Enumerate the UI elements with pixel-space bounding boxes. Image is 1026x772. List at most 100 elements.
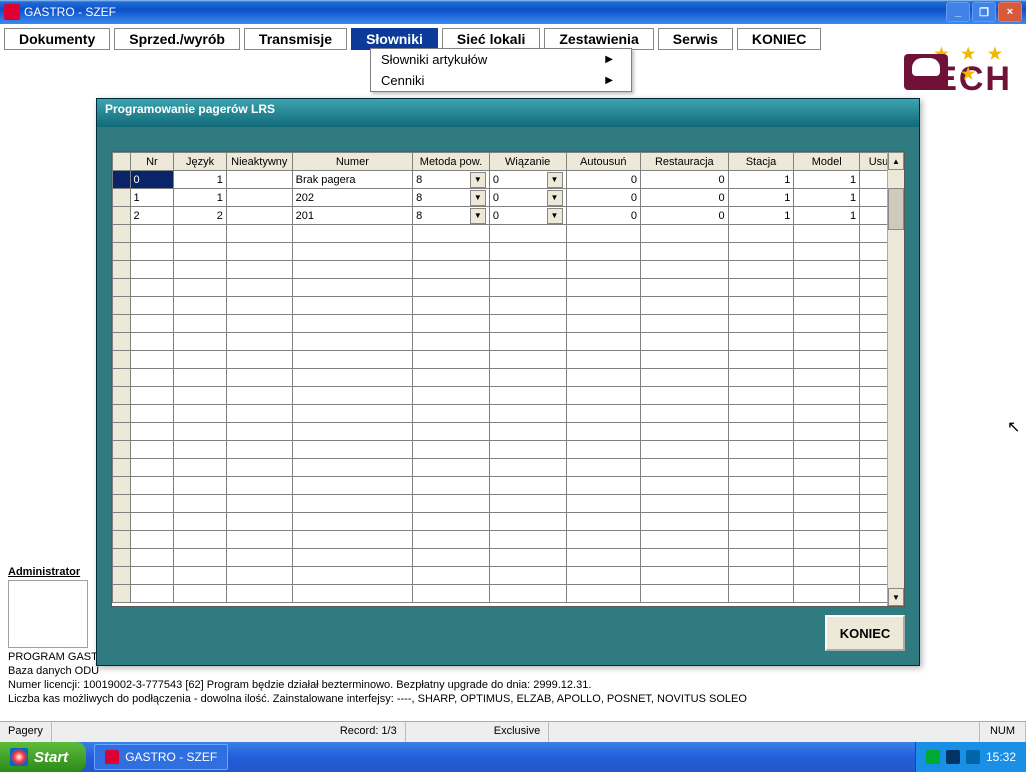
tray-icon[interactable] bbox=[946, 750, 960, 764]
row-selector[interactable] bbox=[113, 207, 131, 225]
cell-numer[interactable]: Brak pagera bbox=[292, 171, 413, 189]
maximize-button[interactable]: ❐ bbox=[972, 2, 996, 22]
column-header[interactable]: Język bbox=[174, 153, 227, 171]
cell-model[interactable]: 1 bbox=[794, 171, 860, 189]
column-header[interactable]: Numer bbox=[292, 153, 413, 171]
cell-wiazanie[interactable]: 0▼ bbox=[489, 207, 566, 225]
cell-metoda[interactable]: 8▼ bbox=[413, 207, 490, 225]
column-header[interactable]: Nr bbox=[130, 153, 174, 171]
row-selector[interactable] bbox=[113, 171, 131, 189]
cell-stacja[interactable]: 1 bbox=[728, 189, 794, 207]
cell-wiazanie[interactable]: 0▼ bbox=[489, 189, 566, 207]
cell-stacja[interactable]: 1 bbox=[728, 171, 794, 189]
cell-nr[interactable]: 2 bbox=[130, 207, 174, 225]
dialog-close-button[interactable]: KONIEC bbox=[825, 615, 905, 651]
column-header[interactable]: Model bbox=[794, 153, 860, 171]
scroll-thumb[interactable] bbox=[888, 188, 904, 230]
menu-item-koniec[interactable]: KONIEC bbox=[737, 28, 821, 50]
column-header[interactable]: Wiązanie bbox=[489, 153, 566, 171]
cell-model[interactable]: 1 bbox=[794, 207, 860, 225]
table-row[interactable]: 222018▼0▼0011 bbox=[113, 207, 904, 225]
dropdown-button[interactable]: ▼ bbox=[547, 190, 563, 206]
menu-item-sie-lokali[interactable]: Sieć lokali bbox=[442, 28, 540, 50]
table-row bbox=[113, 243, 904, 261]
footer-line2: Baza danych ODU bbox=[8, 664, 1018, 678]
table-row[interactable]: 01Brak pagera8▼0▼0011 bbox=[113, 171, 904, 189]
column-header[interactable]: Stacja bbox=[728, 153, 794, 171]
dropdown-button[interactable]: ▼ bbox=[470, 172, 486, 188]
cell-jezyk[interactable]: 1 bbox=[174, 189, 227, 207]
table-row bbox=[113, 279, 904, 297]
menu-item-transmisje[interactable]: Transmisje bbox=[244, 28, 347, 50]
table-row bbox=[113, 459, 904, 477]
system-tray: 15:32 bbox=[915, 742, 1026, 772]
vertical-scrollbar[interactable]: ▲ ▼ bbox=[887, 152, 904, 606]
cell-nr[interactable]: 1 bbox=[130, 189, 174, 207]
cell-nieaktywny[interactable] bbox=[226, 207, 292, 225]
desktop: GASTRO - SZEF _ ❐ × DokumentySprzed./wyr… bbox=[0, 0, 1026, 772]
table-row bbox=[113, 441, 904, 459]
close-button[interactable]: × bbox=[998, 2, 1022, 22]
table-row[interactable]: 112028▼0▼0011 bbox=[113, 189, 904, 207]
cell-metoda[interactable]: 8▼ bbox=[413, 189, 490, 207]
footer-line3: Numer licencji: 10019002-3-777543 [62] P… bbox=[8, 678, 1018, 692]
table-row bbox=[113, 585, 904, 603]
table-row bbox=[113, 297, 904, 315]
column-header[interactable]: Autousuń bbox=[566, 153, 640, 171]
table-row bbox=[113, 405, 904, 423]
dropdown-item[interactable]: Cenniki▶ bbox=[371, 70, 631, 91]
data-grid[interactable]: NrJęzykNieaktywnyNumerMetoda pow.Wiązani… bbox=[111, 151, 905, 607]
cell-restauracja[interactable]: 0 bbox=[640, 171, 728, 189]
cell-autousun[interactable]: 0 bbox=[566, 171, 640, 189]
menu-item-s-owniki[interactable]: Słowniki bbox=[351, 28, 438, 50]
cell-restauracja[interactable]: 0 bbox=[640, 189, 728, 207]
cell-autousun[interactable]: 0 bbox=[566, 189, 640, 207]
status-num: NUM bbox=[979, 722, 1026, 742]
scroll-down-button[interactable]: ▼ bbox=[888, 588, 904, 606]
scroll-up-button[interactable]: ▲ bbox=[888, 152, 904, 170]
menu-item-zestawienia[interactable]: Zestawienia bbox=[544, 28, 653, 50]
dropdown-button[interactable]: ▼ bbox=[470, 208, 486, 224]
column-header[interactable]: Restauracja bbox=[640, 153, 728, 171]
minimize-button[interactable]: _ bbox=[946, 2, 970, 22]
start-button[interactable]: Start bbox=[0, 742, 86, 772]
row-selector[interactable] bbox=[113, 189, 131, 207]
dropdown-item[interactable]: Słowniki artykułów▶ bbox=[371, 49, 631, 70]
tray-icon[interactable] bbox=[926, 750, 940, 764]
table-row bbox=[113, 495, 904, 513]
table-row bbox=[113, 369, 904, 387]
cell-jezyk[interactable]: 1 bbox=[174, 171, 227, 189]
app-statusbar: Pagery Record: 1/3 Exclusive NUM bbox=[0, 721, 1026, 742]
cell-numer[interactable]: 201 bbox=[292, 207, 413, 225]
dialog-titlebar: Programowanie pagerów LRS bbox=[97, 99, 919, 127]
cell-metoda[interactable]: 8▼ bbox=[413, 171, 490, 189]
dropdown-button[interactable]: ▼ bbox=[547, 172, 563, 188]
administrator-box bbox=[8, 580, 88, 648]
cell-nr[interactable]: 0 bbox=[130, 171, 174, 189]
menu-item-sprzed-wyr-b[interactable]: Sprzed./wyrób bbox=[114, 28, 240, 50]
dropdown-button[interactable]: ▼ bbox=[470, 190, 486, 206]
app-title: GASTRO - SZEF bbox=[24, 5, 116, 19]
cell-nieaktywny[interactable] bbox=[226, 189, 292, 207]
cell-autousun[interactable]: 0 bbox=[566, 207, 640, 225]
cell-wiazanie[interactable]: 0▼ bbox=[489, 171, 566, 189]
column-header[interactable]: Metoda pow. bbox=[413, 153, 490, 171]
menu-item-serwis[interactable]: Serwis bbox=[658, 28, 733, 50]
cell-model[interactable]: 1 bbox=[794, 189, 860, 207]
start-label: Start bbox=[34, 749, 68, 766]
footer-line4: Liczba kas możliwych do podłączenia - do… bbox=[8, 692, 1018, 706]
dialog-pager-programming: Programowanie pagerów LRS NrJęzykNieakty… bbox=[96, 98, 920, 666]
taskbar-item[interactable]: GASTRO - SZEF bbox=[94, 744, 228, 770]
table-row bbox=[113, 315, 904, 333]
menu-item-dokumenty[interactable]: Dokumenty bbox=[4, 28, 110, 50]
dropdown-button[interactable]: ▼ bbox=[547, 208, 563, 224]
chef-icon bbox=[904, 54, 948, 90]
cell-nieaktywny[interactable] bbox=[226, 171, 292, 189]
cell-stacja[interactable]: 1 bbox=[728, 207, 794, 225]
tray-icon[interactable] bbox=[966, 750, 980, 764]
cell-jezyk[interactable]: 2 bbox=[174, 207, 227, 225]
column-header[interactable]: Nieaktywny bbox=[226, 153, 292, 171]
cell-restauracja[interactable]: 0 bbox=[640, 207, 728, 225]
table-row bbox=[113, 387, 904, 405]
cell-numer[interactable]: 202 bbox=[292, 189, 413, 207]
